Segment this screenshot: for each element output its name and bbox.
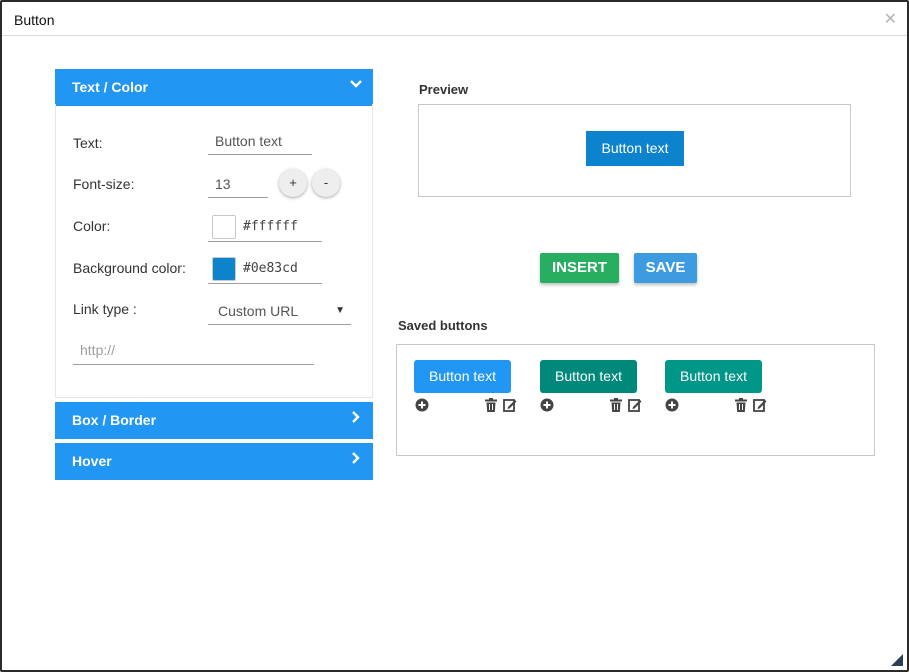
color-value[interactable]: #ffffff <box>243 219 298 234</box>
dialog-titlebar: Button ✕ <box>2 2 907 36</box>
preview-button: Button text <box>586 131 684 166</box>
url-placeholder: http:// <box>80 342 116 358</box>
color-field: #ffffff <box>208 215 322 242</box>
dialog-title: Button <box>14 12 55 28</box>
background-color-label: Background color: <box>73 260 186 276</box>
edit-icon[interactable] <box>753 398 767 412</box>
link-type-select[interactable]: Custom URL ▼ <box>208 300 351 325</box>
saved-button-3[interactable]: Button text <box>665 360 762 393</box>
preview-area: Button text <box>418 104 851 197</box>
trash-icon[interactable] <box>609 398 623 412</box>
saved-buttons-area: Button text Button text Button text <box>396 344 875 456</box>
accordion-text-color-header[interactable]: Text / Color <box>55 69 373 106</box>
trash-icon[interactable] <box>484 398 498 412</box>
dropdown-arrow-icon: ▼ <box>335 305 345 316</box>
close-icon[interactable]: ✕ <box>884 9 897 29</box>
accordion-hover-header[interactable]: Hover <box>55 443 373 480</box>
chevron-right-icon <box>352 452 360 464</box>
chevron-down-icon <box>350 80 362 88</box>
text-label: Text: <box>73 135 103 151</box>
trash-icon[interactable] <box>734 398 748 412</box>
saved-buttons-label: Saved buttons <box>398 318 488 333</box>
add-circle-icon[interactable] <box>415 398 429 412</box>
font-size-label: Font-size: <box>73 176 135 192</box>
accordion-box-border-label: Box / Border <box>72 412 157 428</box>
font-size-decrease-button[interactable]: - <box>312 169 340 197</box>
background-color-swatch[interactable] <box>212 257 236 281</box>
saved-button-2[interactable]: Button text <box>540 360 637 393</box>
accordion-text-color-label: Text / Color <box>72 79 148 95</box>
accordion-hover-label: Hover <box>72 453 112 469</box>
add-circle-icon[interactable] <box>540 398 554 412</box>
background-color-value[interactable]: #0e83cd <box>243 261 298 276</box>
accordion-box-border-header[interactable]: Box / Border <box>55 402 373 439</box>
font-size-value: 13 <box>215 176 231 192</box>
font-size-input[interactable]: 13 <box>208 176 268 198</box>
color-swatch[interactable] <box>212 215 236 239</box>
link-type-value: Custom URL <box>218 303 299 319</box>
text-input[interactable]: Button text <box>208 133 312 155</box>
text-input-value: Button text <box>215 133 282 149</box>
text-color-panel: Text: Button text Font-size: 13 + - Colo… <box>55 104 373 398</box>
add-circle-icon[interactable] <box>665 398 679 412</box>
insert-button[interactable]: INSERT <box>540 253 619 283</box>
preview-label: Preview <box>419 82 469 97</box>
background-color-field: #0e83cd <box>208 257 322 284</box>
saved-button-1[interactable]: Button text <box>414 360 511 393</box>
url-input[interactable]: http:// <box>73 342 314 365</box>
color-label: Color: <box>73 218 111 234</box>
edit-icon[interactable] <box>503 398 517 412</box>
edit-icon[interactable] <box>628 398 642 412</box>
link-type-label: Link type : <box>73 301 137 317</box>
font-size-increase-button[interactable]: + <box>279 169 307 197</box>
save-button[interactable]: SAVE <box>634 253 697 283</box>
resize-handle-icon[interactable] <box>891 654 903 666</box>
chevron-right-icon <box>352 411 360 423</box>
